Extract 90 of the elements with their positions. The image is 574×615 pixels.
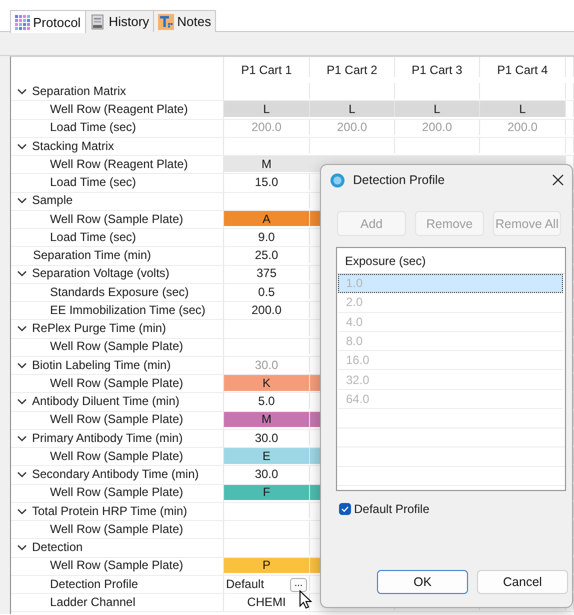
table-cell: 30.0 <box>224 466 310 482</box>
row-label: Load Time (sec) <box>50 120 136 134</box>
chevron-down-icon[interactable] <box>17 196 27 204</box>
table-cell: E <box>224 448 310 464</box>
table-cell: 5.0 <box>224 393 310 409</box>
row-label: Well Row (Reagent Plate) <box>50 156 188 171</box>
row-label: Separation Matrix <box>32 84 126 98</box>
row-label: Separation Voltage (volts) <box>32 266 170 280</box>
dialog-button[interactable]: OK <box>377 570 468 594</box>
table-cell: 30.0 <box>224 430 310 446</box>
list-item[interactable]: 1.0 <box>338 274 563 294</box>
tab[interactable]: Protocol <box>10 10 86 33</box>
row-label: Total Protein HRP Time (min) <box>32 504 188 518</box>
chevron-down-icon[interactable] <box>17 543 27 552</box>
column-header: P1 Cart 1 <box>224 57 310 77</box>
row-label: Biotin Labeling Time (min) <box>32 358 171 372</box>
tab[interactable]: History <box>84 10 154 32</box>
table-cell: F <box>224 484 310 500</box>
chevron-down-icon[interactable] <box>17 397 27 406</box>
chevron-down-icon[interactable] <box>17 470 27 478</box>
table-cell: M <box>224 156 310 172</box>
notes-icon <box>158 14 174 30</box>
dialog-title: Detection Profile <box>353 173 446 187</box>
row-label: Load Time (sec) <box>50 230 136 244</box>
table-cell: 200.0 <box>224 120 310 136</box>
row-label: Antibody Diluent Time (min) <box>32 394 180 408</box>
row-label: Well Row (Sample Plate) <box>50 485 184 500</box>
chevron-down-icon[interactable] <box>17 324 27 332</box>
row-label: Well Row (Sample Plate) <box>50 412 184 426</box>
table-cell: 200.0 <box>310 120 395 136</box>
table-cell: L <box>310 101 395 117</box>
table-cell: 15.0 <box>224 174 310 190</box>
row-label: RePlex Purge Time (min) <box>32 321 166 336</box>
table-cell: 0.5 <box>224 284 310 300</box>
document-icon <box>90 14 106 30</box>
cell-text: Default <box>226 576 264 591</box>
logo-icon <box>330 172 345 188</box>
row-label: Stacking Matrix <box>32 138 114 153</box>
row-label: Secondary Antibody Time (min) <box>32 467 199 482</box>
row-label: Detection <box>32 540 83 554</box>
table-cell: 30.0 <box>224 356 310 372</box>
table-cell: L <box>395 101 480 117</box>
row-label: Well Row (Sample Plate) <box>50 376 184 390</box>
list-item[interactable]: 8.0 <box>338 332 563 352</box>
table-cell: A <box>224 210 310 226</box>
row-label: Ladder Channel <box>50 594 136 609</box>
row-label: Well Row (Sample Plate) <box>50 522 184 536</box>
table-cell: 200.0 <box>395 120 480 136</box>
chevron-down-icon[interactable] <box>17 269 27 278</box>
list-item[interactable]: 4.0 <box>338 312 563 332</box>
table-cell: 375 <box>224 266 310 282</box>
row-label: Well Row (Sample Plate) <box>50 448 184 463</box>
close-icon[interactable] <box>552 174 564 186</box>
column-header: P1 Cart 3 <box>395 57 480 77</box>
cursor-icon <box>299 590 313 610</box>
chevron-down-icon[interactable] <box>17 434 27 442</box>
row-label: Well Row (Sample Plate) <box>50 339 184 354</box>
table-cell: 200.0 <box>480 120 566 136</box>
checkbox-label: Default Profile <box>354 502 430 516</box>
table-cell: L <box>224 101 310 117</box>
row-label: Primary Antibody Time (min) <box>32 430 183 445</box>
table-cell: M <box>224 412 310 428</box>
row-label: Well Row (Sample Plate) <box>50 558 184 572</box>
list-item[interactable]: 32.0 <box>338 370 563 390</box>
table-cell: P <box>224 558 310 574</box>
table-cell: 9.0 <box>224 229 310 245</box>
row-label: Separation Time (min) <box>33 248 152 262</box>
column-header: P1 Cart 4 <box>480 57 566 77</box>
column-header: P1 Cart 2 <box>310 57 395 77</box>
row-label: Load Time (sec) <box>50 175 136 190</box>
chevron-down-icon[interactable] <box>17 142 27 150</box>
row-label: Well Row (Sample Plate) <box>50 212 184 226</box>
list-item[interactable]: 16.0 <box>338 351 563 370</box>
table-cell: L <box>480 101 566 117</box>
chevron-down-icon[interactable] <box>17 86 27 95</box>
checkbox[interactable] <box>339 503 351 515</box>
tab[interactable]: Notes <box>153 10 216 32</box>
row-label: Sample <box>32 193 73 208</box>
table-cell: K <box>224 375 310 391</box>
row-label: Well Row (Reagent Plate) <box>50 102 188 116</box>
dialog-button[interactable]: Cancel <box>477 570 568 594</box>
row-label: Standards Exposure (sec) <box>50 284 189 299</box>
list-item[interactable]: 2.0 <box>338 293 563 313</box>
row-label: Detection Profile <box>50 576 138 591</box>
grid-icon <box>15 14 30 30</box>
browse-button[interactable]: ... <box>290 578 307 592</box>
chevron-down-icon[interactable] <box>17 506 27 515</box>
row-label: EE Immobilization Time (sec) <box>50 302 206 317</box>
table-cell: 25.0 <box>224 247 310 263</box>
table-cell: 200.0 <box>224 302 310 318</box>
